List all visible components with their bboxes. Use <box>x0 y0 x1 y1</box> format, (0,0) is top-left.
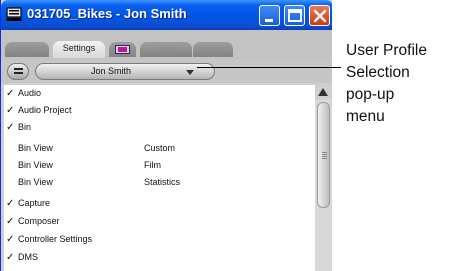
checkmark-icon: ✓ <box>6 105 15 116</box>
bin-window-icon <box>6 7 22 21</box>
setting-name: Audio Project <box>18 105 72 115</box>
user-profile-popup-menu[interactable]: Jon Smith <box>35 63 215 80</box>
close-button[interactable] <box>309 5 330 26</box>
setting-name: Controller Settings <box>18 234 93 244</box>
setting-name: Bin View <box>18 160 53 170</box>
close-icon <box>313 9 327 23</box>
callout-leader-line <box>197 67 341 68</box>
setting-name: Bin View <box>18 177 53 187</box>
minimize-icon <box>265 19 273 22</box>
setting-name: Composer <box>18 216 60 226</box>
setting-name: Bin <box>18 122 32 132</box>
window-title: 031705_Bikes - Jon Smith <box>27 6 187 21</box>
list-scrollbar[interactable] <box>315 85 332 271</box>
settings-row[interactable]: Bin View Custom <box>4 140 315 157</box>
callout-line-text: Selection <box>346 64 410 81</box>
settings-row[interactable]: ✓ Controller Settings <box>4 231 315 248</box>
settings-window: 031705_Bikes - Jon Smith Bins Settings I… <box>0 0 332 271</box>
checkmark-icon: ✓ <box>6 234 15 245</box>
setting-value: Statistics <box>144 177 181 187</box>
minimize-button[interactable] <box>259 5 280 26</box>
setting-name: Capture <box>18 198 51 208</box>
setting-name: DMS <box>18 252 38 262</box>
settings-row[interactable]: Bin View Film <box>4 157 315 174</box>
checkmark-icon: ✓ <box>6 216 15 227</box>
tab-bins[interactable]: Bins <box>5 42 49 57</box>
settings-row[interactable]: ✓ Composer <box>4 213 315 230</box>
setting-name: Bin View <box>18 143 53 153</box>
settings-row[interactable]: ✓ Bin <box>4 119 315 136</box>
tab-bar: Bins Settings Info Usage <box>1 30 332 60</box>
settings-row[interactable]: ✓ DMS <box>4 249 315 266</box>
maximize-button[interactable] <box>284 5 305 26</box>
checkmark-icon: ✓ <box>6 88 15 99</box>
scroll-thumb[interactable] <box>317 102 330 208</box>
user-profile-label: Jon Smith <box>90 66 132 76</box>
callout-line-text: pop-up <box>346 86 395 103</box>
tab-info[interactable]: Info <box>140 42 192 57</box>
checkmark-icon: ✓ <box>6 198 15 209</box>
fast-menu-icon <box>14 68 23 70</box>
settings-list[interactable]: ✓ Audio ✓ Audio Project ✓ Bin Bin View C… <box>4 85 315 271</box>
settings-row[interactable]: ✓ Audio <box>4 85 315 102</box>
checkmark-icon: ✓ <box>6 122 15 133</box>
title-bar[interactable]: 031705_Bikes - Jon Smith <box>1 0 332 30</box>
setting-value: Custom <box>144 143 176 153</box>
tab-media[interactable] <box>109 42 136 57</box>
fast-menu-button[interactable] <box>7 63 29 80</box>
setting-value: Film <box>144 160 161 170</box>
setting-name: Audio <box>18 88 42 98</box>
profile-selector-row: Jon Smith <box>1 60 332 83</box>
media-tab-icon <box>115 45 130 54</box>
callout-label: User Profile Selection pop-up menu <box>346 40 474 128</box>
settings-row[interactable]: Bin View Statistics <box>4 174 315 191</box>
chevron-down-icon <box>186 70 194 75</box>
callout-line-text: menu <box>346 108 385 125</box>
callout-line-text: User Profile <box>346 42 427 59</box>
scroll-up-arrow-icon[interactable] <box>315 85 332 99</box>
settings-row[interactable]: ✓ Audio Project <box>4 102 315 119</box>
settings-row[interactable]: ✓ Capture <box>4 195 315 212</box>
tab-settings[interactable]: Settings <box>53 41 105 58</box>
maximize-icon <box>288 9 302 22</box>
tab-usage[interactable]: Usage <box>193 42 233 57</box>
checkmark-icon: ✓ <box>6 252 15 263</box>
